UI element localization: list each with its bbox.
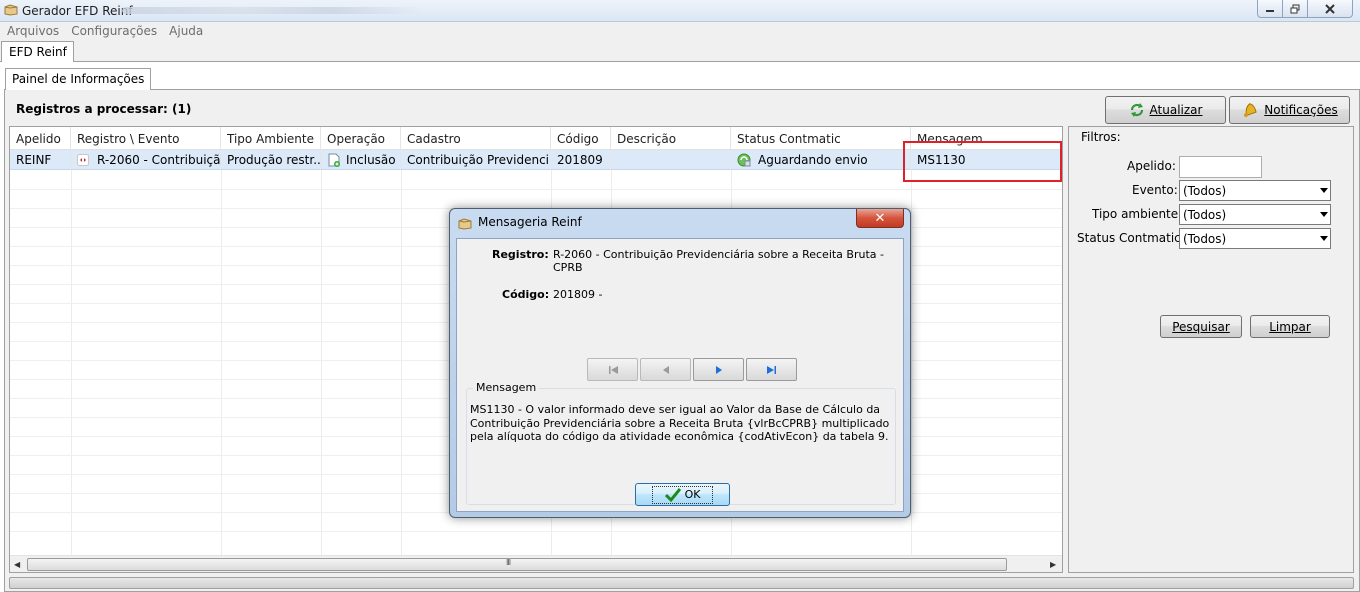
col-codigo[interactable]: Código: [551, 127, 611, 150]
nav-next-button[interactable]: [693, 358, 744, 381]
scroll-right-icon[interactable]: ▶: [1050, 560, 1056, 569]
filtro-tipo-value: (Todos): [1183, 208, 1227, 222]
cell-operacao-text: Inclusão: [346, 153, 396, 167]
chevron-down-icon: [1320, 188, 1328, 193]
cell-registro: R-2060 - Contribuiçã...: [71, 150, 221, 170]
app-icon: [458, 218, 472, 230]
status-bar: [9, 577, 1354, 589]
refresh-icon: [1130, 103, 1143, 117]
ok-label: OK: [684, 488, 701, 501]
filtro-apelido-input[interactable]: [1179, 156, 1262, 178]
restore-icon: [1290, 4, 1300, 13]
col-operacao[interactable]: Operação: [321, 127, 401, 150]
ok-button-inner: OK: [651, 485, 714, 504]
menu-ajuda[interactable]: Ajuda: [163, 22, 209, 41]
filtro-evento-value: (Todos): [1183, 184, 1227, 198]
filtro-evento-select[interactable]: (Todos): [1179, 180, 1331, 201]
close-icon: [1325, 3, 1335, 14]
cell-tipo-ambiente: Produção restr...: [221, 150, 321, 170]
nav-last-button[interactable]: [746, 358, 797, 381]
atualizar-label: Atualizar: [1149, 103, 1203, 117]
skip-last-icon: [766, 365, 776, 374]
waiting-send-icon: [737, 153, 751, 167]
check-icon: [664, 487, 681, 502]
cell-apelido: REINF: [10, 150, 71, 170]
next-icon: [715, 365, 722, 374]
notificacoes-label: Notificações: [1264, 103, 1338, 117]
mensagem-legend: Mensagem: [473, 381, 540, 394]
restore-button[interactable]: [1282, 0, 1308, 18]
previous-icon: [662, 365, 669, 374]
title-bar: Gerador EFD Reinf: [0, 0, 1360, 22]
dialog-body: Registro: R-2060 - Contribuição Previden…: [456, 238, 904, 512]
scroll-left-icon[interactable]: ◀: [14, 560, 20, 569]
limpar-button[interactable]: Limpar: [1250, 315, 1330, 338]
filtro-status-label: Status Contmatic:: [1077, 231, 1185, 245]
scroll-grip: III: [506, 558, 511, 567]
skip-first-icon: [608, 365, 618, 374]
tab-efd-reinf[interactable]: EFD Reinf: [1, 41, 74, 62]
mensagem-text: MS1130 - O valor informado deve ser igua…: [470, 403, 890, 443]
codigo-label: Código:: [502, 288, 550, 301]
cell-status-text: Aguardando envio: [758, 153, 868, 167]
col-tipo-ambiente[interactable]: Tipo Ambiente: [221, 127, 321, 150]
menu-configuracoes[interactable]: Configurações: [65, 22, 163, 41]
close-icon: ✕: [874, 210, 886, 226]
cell-registro-text: R-2060 - Contribuiçã...: [97, 153, 221, 167]
close-button[interactable]: [1307, 0, 1353, 18]
dialog-close-button[interactable]: ✕: [856, 209, 904, 228]
codigo-value: 201809 -: [553, 288, 603, 301]
notificacoes-button[interactable]: Notificações: [1229, 96, 1350, 124]
col-apelido[interactable]: Apelido: [10, 127, 71, 150]
col-status-contmatic[interactable]: Status Contmatic: [731, 127, 911, 150]
chevron-down-icon: [1320, 212, 1328, 217]
dialog-title: Mensageria Reinf: [478, 215, 582, 229]
menu-arquivos[interactable]: Arquivos: [0, 22, 65, 41]
col-descricao[interactable]: Descrição: [611, 127, 731, 150]
tab-painel-informacoes[interactable]: Painel de Informações: [5, 68, 152, 90]
registro-value: R-2060 - Contribuição Previdenciária sob…: [553, 248, 884, 274]
col-cadastro[interactable]: Cadastro: [401, 127, 551, 150]
chevron-down-icon: [1320, 236, 1328, 241]
cell-cadastro: Contribuição Previdenci...: [401, 150, 551, 170]
menu-bar: Arquivos Configurações Ajuda: [0, 22, 1360, 41]
col-registro-evento[interactable]: Registro \ Evento: [71, 127, 221, 150]
highlight-annotation-box: [903, 141, 1062, 182]
new-document-icon: [328, 153, 340, 167]
filtro-status-select[interactable]: (Todos): [1179, 228, 1331, 249]
pesquisar-label: Pesquisar: [1172, 319, 1230, 334]
minimize-button[interactable]: [1257, 0, 1283, 18]
limpar-label: Limpar: [1269, 319, 1311, 334]
filtro-evento-label: Evento:: [1132, 183, 1178, 197]
minimize-icon: [1266, 9, 1274, 12]
registro-label: Registro:: [492, 248, 549, 261]
cell-operacao: Inclusão: [321, 150, 401, 170]
bell-icon: [1244, 103, 1257, 117]
registros-count-label: Registros a processar: (1): [16, 102, 192, 116]
cell-codigo: 201809: [551, 150, 611, 170]
filtro-status-value: (Todos): [1183, 232, 1227, 246]
atualizar-button[interactable]: Atualizar: [1105, 96, 1226, 124]
cell-descricao: [611, 150, 731, 170]
nav-first-button[interactable]: [587, 358, 638, 381]
filtro-tipo-select[interactable]: (Todos): [1179, 204, 1331, 225]
filtro-apelido-label: Apelido:: [1127, 159, 1176, 173]
filtros-legend: Filtros:: [1078, 130, 1124, 144]
horizontal-scrollbar[interactable]: ◀ III ▶: [10, 555, 1062, 572]
scroll-thumb[interactable]: [27, 558, 1007, 571]
window-title: Gerador EFD Reinf: [22, 4, 133, 18]
blurred-title-detail: [122, 7, 422, 14]
nav-previous-button[interactable]: [640, 358, 691, 381]
cell-status: Aguardando envio: [731, 150, 911, 170]
mensageria-dialog: Mensageria Reinf ✕ Registro: R-2060 - Co…: [449, 208, 911, 518]
app-icon: [4, 4, 18, 16]
pesquisar-button[interactable]: Pesquisar: [1160, 315, 1242, 338]
ok-button[interactable]: OK: [635, 483, 730, 506]
event-type-icon: [77, 154, 89, 166]
filtro-tipo-label: Tipo ambiente:: [1092, 207, 1183, 221]
